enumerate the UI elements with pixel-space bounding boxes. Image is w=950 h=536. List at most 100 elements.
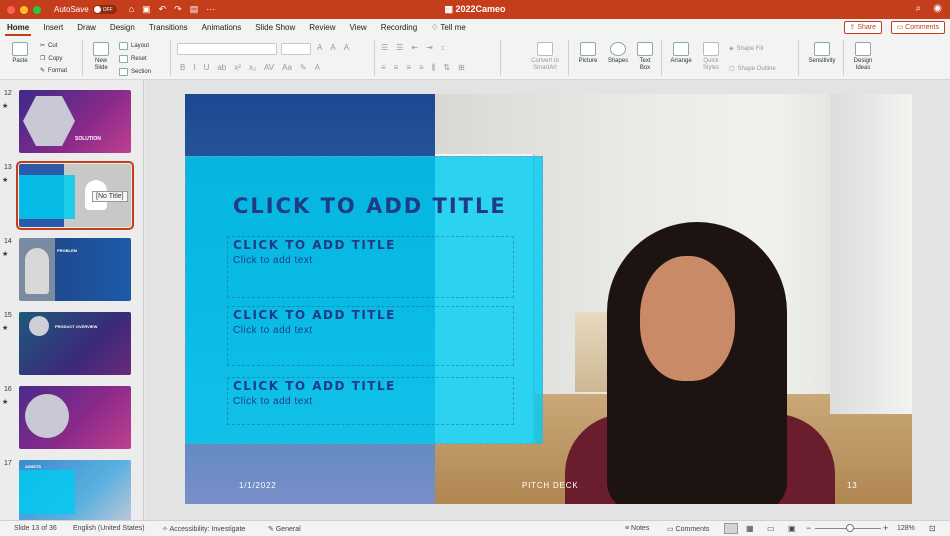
tab-slide-show[interactable]: Slide Show xyxy=(248,19,302,36)
convert-smartart-button[interactable]: Convert to SmartArt xyxy=(526,42,564,72)
case-icon[interactable]: Aa xyxy=(282,63,292,72)
section-button[interactable]: Section xyxy=(119,68,151,76)
bullets-icon[interactable]: ☰ xyxy=(381,43,388,52)
slideshow-icon[interactable]: ▤ xyxy=(190,4,199,15)
language-indicator[interactable]: English (United States) xyxy=(73,525,145,532)
thumbnail-label: PRODUCT OVERVIEW xyxy=(55,324,98,329)
font-size-select[interactable] xyxy=(281,43,311,55)
slide-thumbnail-14[interactable]: PROBLEM xyxy=(19,238,131,301)
account-icon[interactable]: ◉ xyxy=(933,3,942,14)
close-window-button[interactable] xyxy=(7,5,15,14)
undo-icon[interactable]: ↶ xyxy=(159,4,167,15)
numbering-icon[interactable]: ☰ xyxy=(396,43,403,52)
tab-transitions[interactable]: Transitions xyxy=(142,19,195,36)
redo-icon[interactable]: ↷ xyxy=(174,4,182,15)
sensitivity-status[interactable]: ✎ General xyxy=(268,525,301,533)
slide-thumbnail-12[interactable]: SOLUTION xyxy=(19,90,131,153)
home-icon[interactable]: ⌂ xyxy=(129,4,134,15)
slideshow-view-button[interactable]: ▣ xyxy=(788,524,796,533)
slide-sorter-button[interactable]: ▦ xyxy=(746,524,754,533)
minimize-window-button[interactable] xyxy=(20,5,28,14)
tab-recording[interactable]: Recording xyxy=(374,19,424,36)
zoom-in-button[interactable]: + xyxy=(883,523,888,533)
slide-thumbnail-17[interactable]: ASSETS xyxy=(19,460,131,520)
design-ideas-button[interactable]: Design Ideas xyxy=(848,42,878,72)
reset-button[interactable]: Reset xyxy=(119,55,147,63)
reading-view-button[interactable]: ▭ xyxy=(767,524,775,533)
search-icon[interactable]: ⌕ xyxy=(916,3,922,14)
zoom-out-button[interactable]: − xyxy=(806,523,811,533)
layout-button[interactable]: Layout xyxy=(119,42,149,50)
columns-icon[interactable]: ⫼ xyxy=(432,63,436,73)
slide-footer[interactable]: PITCH DECK xyxy=(522,481,578,490)
fit-slide-icon[interactable]: ⊡ xyxy=(929,524,936,533)
text-box-button[interactable]: Text Box xyxy=(634,42,656,72)
slide-13[interactable]: CLICK TO ADD TITLE CLICK TO ADD TITLE Cl… xyxy=(185,94,912,504)
subscript-icon[interactable]: x₂ xyxy=(249,63,256,72)
paragraph-controls: ☰ ☰ ⇤ ⇥ ↕ xyxy=(381,43,445,52)
grow-font-icon[interactable]: A xyxy=(317,43,322,52)
font-color-icon[interactable]: A xyxy=(315,63,320,72)
accessibility-status[interactable]: ✧ Accessibility: Investigate xyxy=(162,525,245,533)
comments-status-button[interactable]: ▭ Comments xyxy=(667,525,709,533)
font-name-select[interactable] xyxy=(177,43,277,55)
align-left-icon[interactable]: ≡ xyxy=(381,63,386,73)
superscript-icon[interactable]: x² xyxy=(234,63,241,72)
align-right-icon[interactable]: ≡ xyxy=(406,63,411,73)
decrease-indent-icon[interactable]: ⇤ xyxy=(411,43,418,52)
justify-icon[interactable]: ≡ xyxy=(419,63,424,73)
normal-view-button[interactable] xyxy=(724,523,738,534)
line-spacing-icon[interactable]: ↕ xyxy=(441,43,445,52)
shapes-button[interactable]: Shapes xyxy=(604,42,632,65)
autosave-toggle[interactable]: OFF xyxy=(92,5,117,14)
shape-outline-button[interactable]: ▢ Shape Outline xyxy=(729,65,776,73)
spacing-icon[interactable]: AV xyxy=(264,63,274,72)
picture-button[interactable]: Picture xyxy=(574,42,602,65)
shape-fill-button[interactable]: ◈ Shape Fill xyxy=(729,45,763,53)
slide-title-placeholder[interactable]: CLICK TO ADD TITLE xyxy=(233,194,507,218)
tab-tell-me[interactable]: ♢ Tell me xyxy=(424,19,473,36)
slide-page-number[interactable]: 13 xyxy=(847,481,858,490)
layout-icon xyxy=(119,42,128,50)
align-center-icon[interactable]: ≡ xyxy=(394,63,399,73)
divider xyxy=(568,40,569,76)
paste-button[interactable]: Paste xyxy=(6,42,34,65)
cut-button[interactable]: ✂ Cut xyxy=(40,42,57,50)
zoom-level[interactable]: 128% xyxy=(897,525,915,532)
copy-button[interactable]: ❐ Copy xyxy=(40,55,62,63)
increase-indent-icon[interactable]: ⇥ xyxy=(426,43,433,52)
shrink-font-icon[interactable]: A xyxy=(330,43,335,52)
tab-draw[interactable]: Draw xyxy=(70,19,103,36)
tab-view[interactable]: View xyxy=(343,19,374,36)
text-direction-icon[interactable]: ⇅ xyxy=(443,63,450,73)
strikethrough-icon[interactable]: ab xyxy=(217,63,226,72)
format-painter-button[interactable]: ✎ Format xyxy=(40,67,67,75)
zoom-window-button[interactable] xyxy=(33,5,41,14)
new-slide-button[interactable]: New Slide xyxy=(88,42,114,72)
zoom-slider-handle[interactable] xyxy=(846,524,854,532)
document-icon: ▦ xyxy=(444,4,456,14)
more-icon[interactable]: ⋯ xyxy=(206,4,215,15)
underline-icon[interactable]: U xyxy=(204,63,210,72)
tab-insert[interactable]: Insert xyxy=(36,19,70,36)
tab-animations[interactable]: Animations xyxy=(195,19,249,36)
align-text-icon[interactable]: ⊞ xyxy=(458,63,465,73)
save-icon[interactable]: ▣ xyxy=(142,4,151,15)
comments-button[interactable]: ▭ Comments xyxy=(890,21,945,34)
tab-home[interactable]: Home xyxy=(0,19,36,36)
arrange-button[interactable]: Arrange xyxy=(666,42,696,65)
italic-icon[interactable]: I xyxy=(193,63,195,72)
tab-design[interactable]: Design xyxy=(103,19,142,36)
highlight-icon[interactable]: ✎ xyxy=(300,63,307,72)
clear-format-icon[interactable]: A xyxy=(344,43,349,52)
sensitivity-button[interactable]: Sensitivity xyxy=(804,42,840,65)
slide-thumbnail-16[interactable] xyxy=(19,386,131,449)
quick-styles-button[interactable]: Quick Styles xyxy=(698,42,724,72)
notes-button[interactable]: ≡ Notes xyxy=(625,525,649,532)
tab-review[interactable]: Review xyxy=(302,19,342,36)
share-button[interactable]: ⇪ Share xyxy=(843,21,882,34)
avatar-placeholder xyxy=(29,316,49,336)
slide-date[interactable]: 1/1/2022 xyxy=(239,481,277,490)
bold-icon[interactable]: B xyxy=(180,63,185,72)
slide-thumbnail-15[interactable]: PRODUCT OVERVIEW xyxy=(19,312,131,375)
